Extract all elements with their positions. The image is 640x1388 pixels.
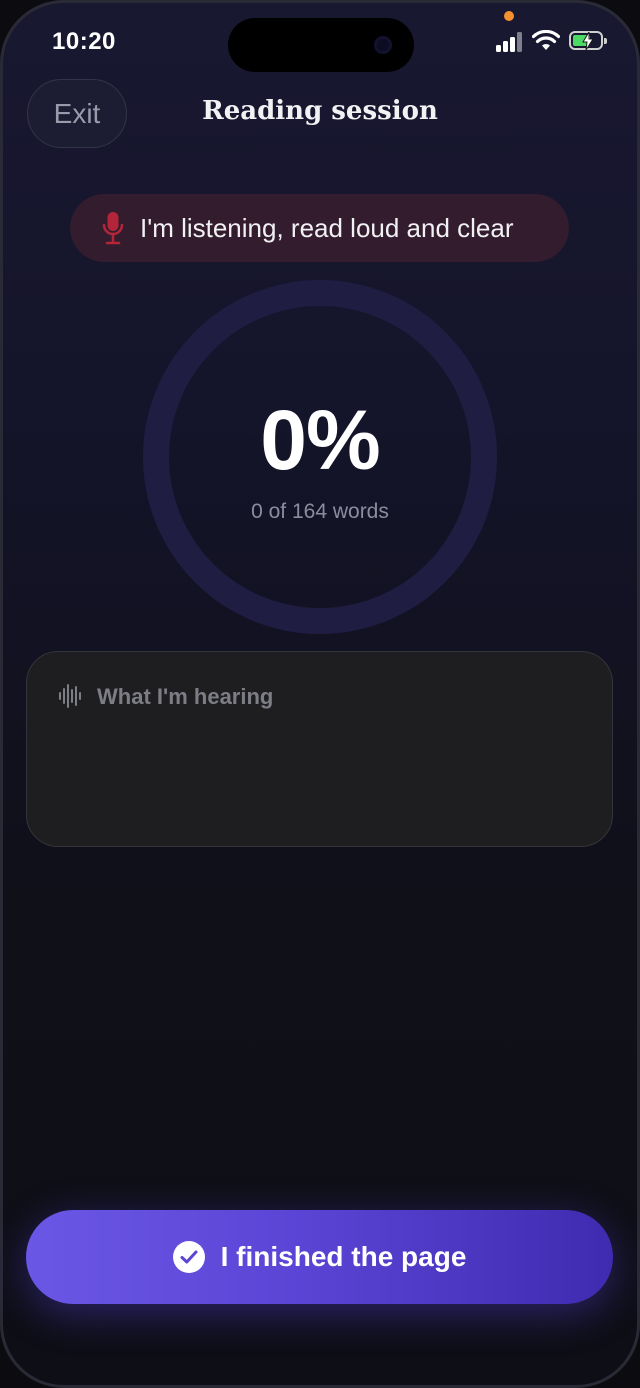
transcript-label: What I'm hearing (97, 684, 274, 709)
exit-label: Exit (53, 97, 101, 129)
progress-percent: 0% (260, 393, 380, 487)
page-title: Reading session (202, 96, 438, 126)
finished-page-label: I finished the page (220, 1241, 467, 1272)
status-time: 10:20 (52, 28, 116, 55)
waveform-icon (59, 684, 81, 708)
camera-icon (374, 36, 392, 54)
wifi-icon (532, 30, 560, 50)
privacy-indicator (504, 11, 514, 21)
finished-page-button[interactable]: I finished the page (26, 1210, 613, 1304)
microphone-icon (102, 212, 124, 245)
dynamic-island (228, 18, 414, 72)
listening-status-pill: I'm listening, read loud and clear (70, 194, 569, 262)
signal-icon (496, 32, 522, 52)
exit-button[interactable]: Exit (27, 79, 127, 148)
phone-screen: 10:20 Exit Reading session I'm listening… (0, 0, 640, 1388)
checkmark-circle-icon (172, 1241, 205, 1273)
transcript-card: What I'm hearing (26, 651, 613, 847)
listening-text: I'm listening, read loud and clear (140, 212, 514, 243)
progress-ring: 0% 0 of 164 words (143, 280, 497, 634)
battery-charging-icon (569, 31, 607, 50)
word-count: 0 of 164 words (251, 500, 389, 523)
